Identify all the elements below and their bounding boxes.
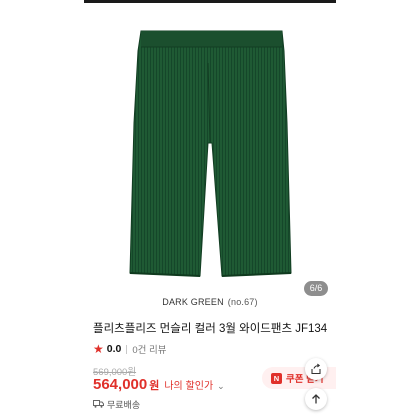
my-discount-price-button[interactable]: 나의 할인가 [164,377,213,392]
rating-score: 0.0 [106,343,122,355]
scroll-top-button[interactable] [305,388,327,410]
share-icon [311,363,321,375]
price-unit: 원 [149,380,160,392]
review-count-link[interactable]: 0건 리뷰 [132,342,166,356]
rating-divider [126,344,128,354]
share-button[interactable] [305,358,327,380]
truck-icon [93,400,104,408]
rating-row[interactable]: ★ 0.0 0건 리뷰 [93,342,167,356]
arrow-up-icon [312,394,320,404]
color-code: (no.67) [227,297,258,307]
product-screen: 6/6 DARK GREEN (no.67) 플리츠플리즈 먼슬리 컬러 3월 와… [84,3,336,420]
star-icon: ★ [93,342,104,356]
color-caption: DARK GREEN (no.67) [84,297,336,307]
image-page-indicator: 6/6 [304,281,328,296]
n-badge-icon: N [271,372,282,384]
shipping-label: 무료배송 [107,399,141,410]
product-title: 플리츠플리즈 먼슬리 컬러 3월 와이드팬츠 JF134 [93,323,328,335]
sale-price: 564,000 [93,376,148,393]
price-row: 564,000 원 나의 할인가 ⌄ [93,376,225,394]
color-name: DARK GREEN [162,297,224,307]
pants-illustration [129,30,292,277]
product-image[interactable] [84,3,336,281]
shipping-info: 무료배송 [93,398,140,410]
chevron-down-icon[interactable]: ⌄ [217,381,225,392]
